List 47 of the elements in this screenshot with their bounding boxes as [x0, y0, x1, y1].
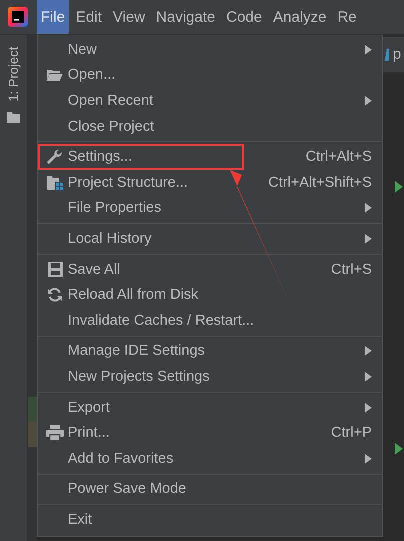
menu-bar-item[interactable]: Re	[334, 0, 361, 34]
menu-bar-item[interactable]: Code	[222, 0, 266, 34]
run-icon[interactable]	[395, 443, 403, 455]
menu-item[interactable]: Close Project	[38, 114, 382, 140]
menu-item[interactable]: Settings... Ctrl+Alt+S	[38, 144, 382, 170]
menu-bar-item[interactable]: Analyze	[269, 0, 331, 34]
menu-item[interactable]: Add to Favorites	[38, 446, 382, 472]
folder-grid-icon	[47, 176, 63, 190]
submenu-arrow-icon	[365, 346, 372, 356]
menu-bar-item[interactable]: Edit	[72, 0, 106, 34]
menu-bar-item[interactable]: Navigate	[152, 0, 220, 34]
menu-item[interactable]: Power Save Mode	[38, 476, 382, 502]
menu-item[interactable]: Save All Ctrl+S	[38, 256, 382, 282]
folder-icon	[47, 69, 63, 82]
project-tool-tab[interactable]: 1: Project	[6, 43, 21, 106]
menu-item[interactable]: Open Recent	[38, 88, 382, 114]
menu-item[interactable]: Export	[38, 394, 382, 420]
submenu-arrow-icon	[365, 96, 372, 106]
submenu-arrow-icon	[365, 203, 372, 214]
submenu-arrow-icon	[365, 44, 372, 55]
menu-item[interactable]: New Projects Settings	[38, 364, 382, 390]
menu-item[interactable]: Open...	[38, 62, 382, 88]
menu-item[interactable]: Invalidate Caches / Restart...	[38, 308, 382, 334]
menu-item[interactable]: File Properties	[38, 196, 382, 222]
menu-item[interactable]: Manage IDE Settings	[38, 338, 382, 364]
menu-item[interactable]: Reload All from Disk	[38, 282, 382, 308]
wrench-icon	[47, 149, 63, 166]
submenu-arrow-icon	[365, 454, 372, 464]
menu-item[interactable]: Project Structure... Ctrl+Alt+Shift+S	[38, 170, 382, 196]
folder-icon[interactable]	[7, 112, 20, 123]
printer-icon	[46, 425, 64, 442]
app-logo-icon[interactable]	[8, 7, 28, 27]
submenu-arrow-icon	[365, 234, 372, 244]
menu-bar-item[interactable]: View	[109, 0, 150, 34]
change-marker	[28, 397, 37, 422]
editor-tab[interactable]: p	[393, 46, 402, 63]
change-marker	[28, 422, 37, 447]
reload-icon	[47, 287, 63, 304]
file-icon	[385, 48, 389, 60]
run-icon[interactable]	[395, 181, 403, 193]
menu-bar-item[interactable]: File	[37, 0, 70, 34]
submenu-arrow-icon	[365, 372, 372, 382]
submenu-arrow-icon	[365, 402, 372, 413]
menu-item[interactable]: New	[38, 37, 382, 63]
menu-item[interactable]: Print... Ctrl+P	[38, 420, 382, 446]
menu-item[interactable]: Exit	[38, 507, 382, 533]
menu-item[interactable]: Local History	[38, 226, 382, 252]
